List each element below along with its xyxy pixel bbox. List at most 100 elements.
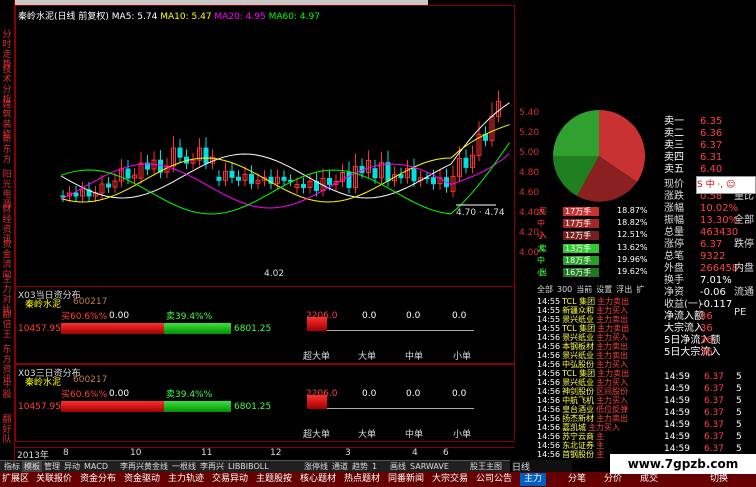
left-tab[interactable]: 牛股 xyxy=(0,380,14,400)
tick-stock[interactable]: 景兴纸业 xyxy=(562,351,594,359)
right-module-tab[interactable]: 主力 xyxy=(520,473,546,486)
module-tab[interactable]: 主力轨迹 xyxy=(168,473,204,486)
tick-stock[interactable]: 苏宁云商 xyxy=(562,432,594,440)
fund-amount: 12万手 xyxy=(565,230,591,241)
tick-time: 14:56 xyxy=(537,360,560,368)
period-selector[interactable]: 日线 xyxy=(512,460,572,472)
tick-stock[interactable]: 本钢板材 xyxy=(562,342,594,350)
rt-qty: 5 xyxy=(736,372,742,382)
tick-stock[interactable]: 神剑股份 xyxy=(562,387,594,395)
module-tab[interactable]: 交易异动 xyxy=(212,473,248,486)
module-tab[interactable]: 同番新闻 xyxy=(388,473,424,486)
candle-body xyxy=(126,169,130,178)
left-tab[interactable]: 翻好队 xyxy=(0,415,14,445)
tick-stock[interactable]: TCL 集团 xyxy=(562,369,595,377)
tick-stock[interactable]: 扬杰新材 xyxy=(562,414,594,422)
tick-stock[interactable]: 新疆众和 xyxy=(562,306,594,314)
left-tab[interactable]: 技术分析 xyxy=(0,65,14,105)
tick-stock[interactable]: 景兴纸业 xyxy=(562,378,594,386)
module-tab[interactable]: 资金驱动 xyxy=(124,473,160,486)
axis-mark: 11 xyxy=(201,448,212,458)
left-tab[interactable]: 财经资讯 xyxy=(0,205,14,245)
left-tab[interactable]: 新东方 xyxy=(0,135,14,165)
module-tab[interactable]: 扩展区 xyxy=(2,473,29,486)
ask-price: 6.40 xyxy=(700,164,722,175)
tick-row: 14:56 景兴纸业 主力买入 xyxy=(537,332,667,341)
fund-row: 中 18万手 19.96% xyxy=(537,255,612,266)
module-tab[interactable]: 资金分布 xyxy=(80,473,116,486)
ime-toolbar[interactable]: S 中 ·, ☺ xyxy=(696,176,756,194)
annotation-high: 4.70 · 4.74 xyxy=(456,208,505,218)
fund-amount: 13万手 xyxy=(565,243,591,254)
left-tab[interactable]: 东方资讯 xyxy=(0,345,14,385)
fund-tab[interactable]: 浮出 xyxy=(616,285,632,294)
left-tab[interactable]: 建筑装修 xyxy=(0,100,14,140)
left-tab[interactable]: 分时走势 xyxy=(0,30,14,70)
tick-stock[interactable]: 首钢股份 xyxy=(562,450,594,458)
fund-percent: 19.96% xyxy=(617,255,648,264)
fund-tab[interactable]: 设置 xyxy=(596,285,612,294)
realtime-row: 14:59 6.37 5 xyxy=(664,408,742,418)
right-module-tab[interactable]: 成交 xyxy=(640,473,658,486)
cap-small: 0.0 xyxy=(452,311,466,321)
tick-action: 主 xyxy=(596,441,604,449)
fund-row: 中 17万手 18.82% xyxy=(537,218,612,229)
fund-tab[interactable]: 全部 xyxy=(537,285,553,294)
module-tab[interactable]: 大宗交易 xyxy=(432,473,468,486)
module-tab[interactable]: 关联报价 xyxy=(36,473,72,486)
tick-stock[interactable]: TCL 集团 xyxy=(562,324,595,332)
stat-right-label: 流通 xyxy=(734,283,754,298)
tick-action: 主力卖出 xyxy=(596,342,628,350)
kline-chart-frame[interactable]: 4.70 · 4.74 4.02 xyxy=(15,5,515,287)
fund-side-in: 入 xyxy=(539,230,547,241)
axis-mark: 10 xyxy=(130,448,141,458)
tick-row: 14:56 本钢板材 主力卖出 xyxy=(537,341,667,350)
left-tab[interactable]: 资金流向 xyxy=(0,240,14,280)
candle-body xyxy=(464,158,468,167)
ma-legend: 秦岭水泥(日线 前复权) MA5: 5.74 MA10: 5.47 MA20: … xyxy=(18,9,320,22)
left-tab[interactable]: 主力对比 xyxy=(0,275,14,315)
fund-tab[interactable]: 扩 xyxy=(636,285,644,294)
tick-stock[interactable]: 嘉凯城 xyxy=(562,423,586,431)
axis-mark: 12 xyxy=(270,448,281,458)
candle-body xyxy=(328,178,332,184)
tick-row: 14:56 东北证券主 xyxy=(537,440,667,449)
left-tab[interactable]: 阳光电源 xyxy=(0,170,14,210)
tick-row: 14:56 中弘股份 主力买入 xyxy=(537,359,667,368)
cap-medium: 0.0 xyxy=(406,311,420,321)
tick-time: 14:56 xyxy=(537,342,560,350)
rt-price: 6.37 xyxy=(704,384,724,394)
tick-stock[interactable]: TCL 集团 xyxy=(562,297,595,305)
module-tab[interactable]: 热点题材 xyxy=(344,473,380,486)
tick-action: 主力卖出 xyxy=(597,324,629,332)
label-small: 小单 xyxy=(453,349,471,362)
fund-tab[interactable]: 当前 xyxy=(576,285,592,294)
tick-stock[interactable]: 景兴纸业 xyxy=(562,315,594,323)
module-tab[interactable]: 公司公告 xyxy=(476,473,512,486)
left-tab[interactable]: 翻倍王 xyxy=(0,310,14,340)
tick-row: 14:56 TCL 集团 主力卖出 xyxy=(537,368,667,377)
buy-bar xyxy=(61,401,164,412)
axis-mark: 4 xyxy=(412,448,418,458)
tick-stock[interactable]: 皇台酒业 xyxy=(562,405,594,413)
tick-stock[interactable]: 景兴纸业 xyxy=(562,333,594,341)
label-medium: 中单 xyxy=(405,349,423,362)
fund-side-buy: 买 xyxy=(539,206,547,217)
fund-tabs[interactable]: 全部 300 当前 设置 浮出扩 xyxy=(537,284,662,295)
right-module-tab[interactable]: 分笔 xyxy=(568,473,586,486)
realtime-row: 14:59 6.37 5 xyxy=(664,444,742,454)
kline-chart[interactable]: 4.70 · 4.74 4.02 xyxy=(16,6,516,288)
fund-tab[interactable]: 300 xyxy=(557,285,572,294)
module-tab[interactable]: 核心题材 xyxy=(300,473,336,486)
right-module-tab[interactable]: 切换 xyxy=(710,473,728,486)
rt-time: 14:59 xyxy=(664,384,690,394)
tick-stock[interactable]: 东北证券 xyxy=(562,441,594,449)
module-tab[interactable]: 主题股按 xyxy=(256,473,292,486)
ask-row: 卖五 6.40 xyxy=(664,160,722,175)
tick-time: 14:56 xyxy=(537,387,560,395)
right-module-tab[interactable]: 分价 xyxy=(604,473,622,486)
tick-stock[interactable]: 中航飞机 xyxy=(562,396,594,404)
tick-stock[interactable]: 中弘股份 xyxy=(562,360,594,368)
superlarge-bar xyxy=(307,317,327,331)
buy-bar xyxy=(61,323,164,334)
